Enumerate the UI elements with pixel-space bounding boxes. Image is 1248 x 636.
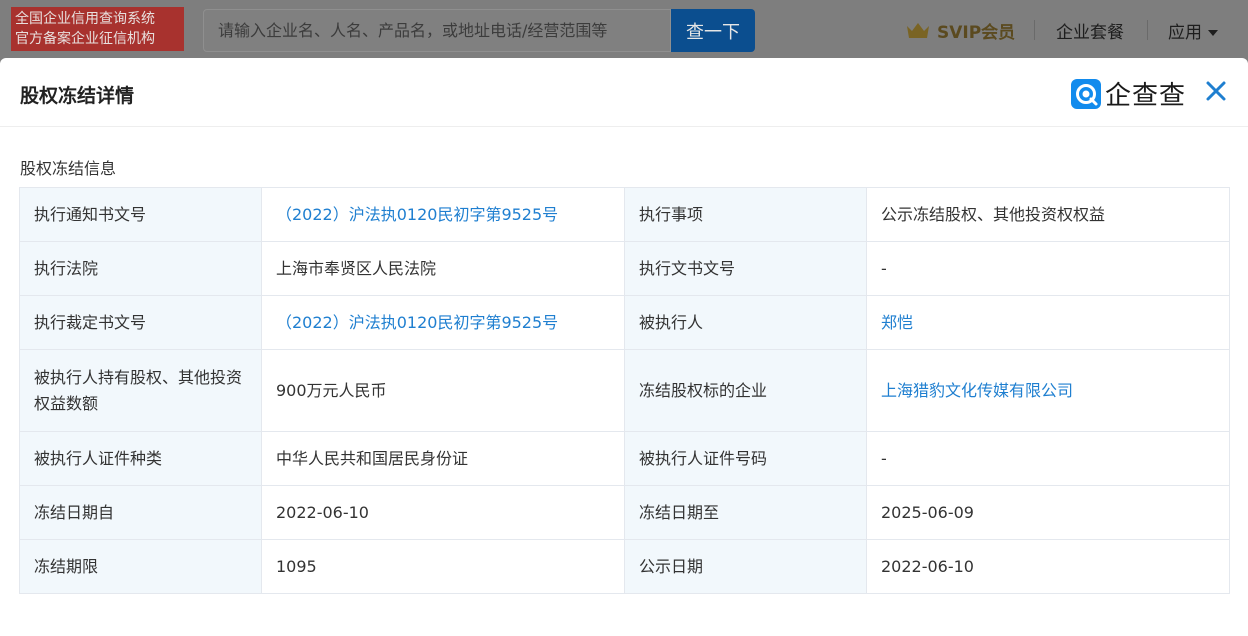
- qcc-logo: 企查查: [1071, 75, 1186, 112]
- value-freeze-to: 2025-06-09: [866, 485, 1230, 540]
- label-ruling-number: 执行裁定书文号: [19, 295, 262, 350]
- target-company-link[interactable]: 上海猎豹文化传媒有限公司: [881, 381, 1073, 400]
- nav-divider: [1147, 20, 1148, 40]
- close-icon: [1206, 81, 1226, 101]
- value-freeze-term: 1095: [261, 539, 625, 594]
- label-court: 执行法院: [19, 241, 262, 296]
- brand-line-1: 全国企业信用查询系统: [15, 11, 155, 27]
- site-header: 全国企业信用查询系统 官方备案企业征信机构 查一下 SVIP会员 企业套餐 应用: [0, 0, 1248, 60]
- search-button[interactable]: 查一下: [671, 9, 755, 52]
- value-document-number: -: [866, 241, 1230, 296]
- label-publish-date: 公示日期: [624, 539, 867, 594]
- value-equity-amount: 900万元人民币: [261, 349, 625, 432]
- value-freeze-from: 2022-06-10: [261, 485, 625, 540]
- nav-apps-label: 应用: [1168, 23, 1202, 43]
- label-id-type: 被执行人证件种类: [19, 431, 262, 486]
- label-document-number: 执行文书文号: [624, 241, 867, 296]
- executed-person-link[interactable]: 郑恺: [881, 313, 913, 332]
- label-notice-number: 执行通知书文号: [19, 187, 262, 242]
- caret-down-icon: [1208, 30, 1218, 36]
- site-brand[interactable]: 全国企业信用查询系统 官方备案企业征信机构: [11, 7, 184, 51]
- value-target-company[interactable]: 上海猎豹文化传媒有限公司: [866, 349, 1230, 432]
- label-freeze-from: 冻结日期自: [19, 485, 262, 540]
- value-id-number: -: [866, 431, 1230, 486]
- label-id-number: 被执行人证件号码: [624, 431, 867, 486]
- value-publish-date: 2022-06-10: [866, 539, 1230, 594]
- label-executed-person: 被执行人: [624, 295, 867, 350]
- brand-line-2: 官方备案企业征信机构: [15, 31, 155, 47]
- search-input[interactable]: [203, 9, 671, 52]
- notice-number-link[interactable]: （2022）沪法执0120民初字第9525号: [276, 205, 558, 224]
- modal-title: 股权冻结详情: [20, 85, 135, 107]
- label-equity-amount: 被执行人持有股权、其他投资权益数额: [19, 349, 262, 432]
- svip-link[interactable]: SVIP会员: [905, 16, 1015, 44]
- table-row: 执行裁定书文号 （2022）沪法执0120民初字第9525号 被执行人 郑恺: [19, 295, 1230, 350]
- value-notice-number[interactable]: （2022）沪法执0120民初字第9525号: [261, 187, 625, 242]
- nav-divider: [1034, 20, 1035, 40]
- nav-apps[interactable]: 应用: [1168, 18, 1218, 43]
- nav-package[interactable]: 企业套餐: [1056, 18, 1124, 43]
- table-row: 执行法院 上海市奉贤区人民法院 执行文书文号 -: [19, 241, 1230, 296]
- table-row: 被执行人证件种类 中华人民共和国居民身份证 被执行人证件号码 -: [19, 431, 1230, 486]
- section-title: 股权冻结信息: [20, 159, 117, 178]
- table-row: 冻结期限 1095 公示日期 2022-06-10: [19, 539, 1230, 594]
- qcc-logo-text: 企查查: [1105, 81, 1187, 111]
- label-freeze-term: 冻结期限: [19, 539, 262, 594]
- label-freeze-to: 冻结日期至: [624, 485, 867, 540]
- value-ruling-number[interactable]: （2022）沪法执0120民初字第9525号: [261, 295, 625, 350]
- label-target-company: 冻结股权标的企业: [624, 349, 867, 432]
- close-button[interactable]: [1203, 78, 1229, 104]
- modal-header: 股权冻结详情 企查查: [0, 58, 1248, 127]
- svip-label: SVIP会员: [937, 22, 1016, 43]
- table-row: 执行通知书文号 （2022）沪法执0120民初字第9525号 执行事项 公示冻结…: [19, 187, 1230, 242]
- equity-freeze-modal: 股权冻结详情 企查查 股权冻结信息 执行通知书文号 （2022）沪法执0120民…: [0, 58, 1248, 636]
- value-executed-person[interactable]: 郑恺: [866, 295, 1230, 350]
- value-court: 上海市奉贤区人民法院: [261, 241, 625, 296]
- crown-icon: [907, 23, 929, 38]
- label-execution-matter: 执行事项: [624, 187, 867, 242]
- table-row: 冻结日期自 2022-06-10 冻结日期至 2025-06-09: [19, 485, 1230, 540]
- value-execution-matter: 公示冻结股权、其他投资权权益: [866, 187, 1230, 242]
- ruling-number-link[interactable]: （2022）沪法执0120民初字第9525号: [276, 313, 558, 332]
- qcc-logo-icon: [1071, 78, 1101, 109]
- table-row: 被执行人持有股权、其他投资权益数额 900万元人民币 冻结股权标的企业 上海猎豹…: [19, 349, 1230, 432]
- freeze-detail-table: 执行通知书文号 （2022）沪法执0120民初字第9525号 执行事项 公示冻结…: [19, 187, 1230, 594]
- value-id-type: 中华人民共和国居民身份证: [261, 431, 625, 486]
